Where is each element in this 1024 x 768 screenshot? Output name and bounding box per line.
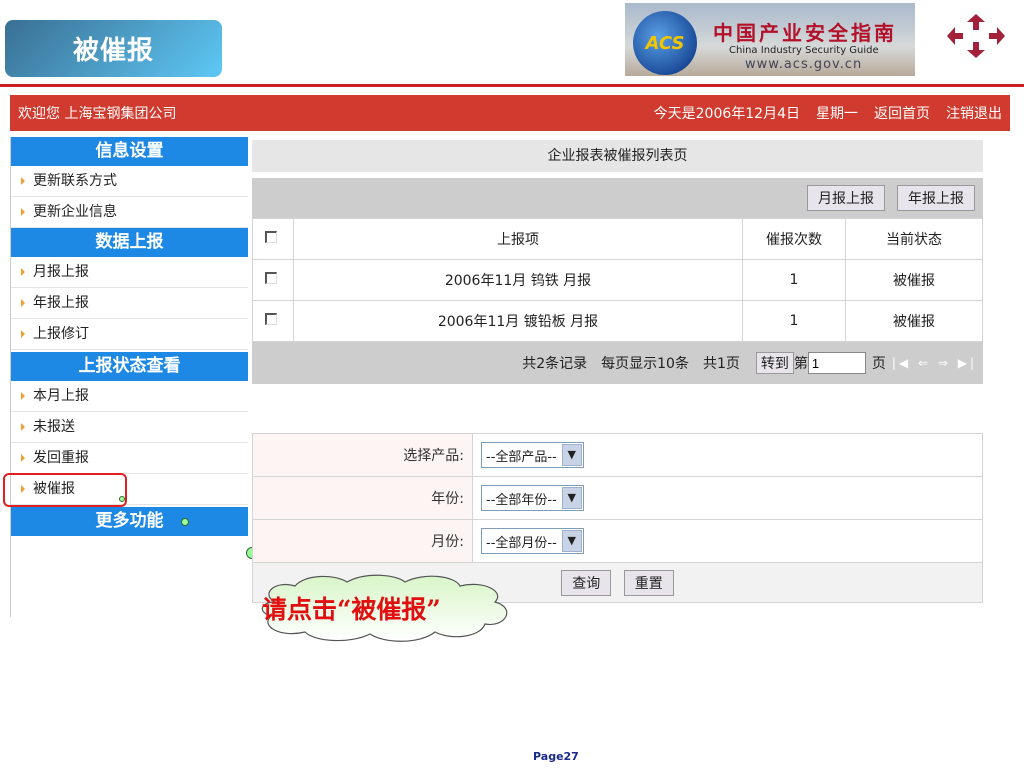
- item-label: 更新企业信息: [33, 204, 117, 220]
- month-label: 月份:: [252, 519, 473, 563]
- month-select[interactable]: --全部月份-- ▼: [481, 528, 584, 554]
- arrow-icon: [21, 208, 25, 216]
- query-button[interactable]: 查询: [561, 569, 612, 596]
- arrow-icon: [21, 423, 25, 431]
- product-value: --全部产品--: [486, 449, 557, 465]
- toolbar: 月报上报 年报上报: [252, 178, 983, 218]
- total-records: 共2条记录: [522, 356, 588, 372]
- handle-dot: [119, 496, 125, 502]
- sidebar-item-yearly[interactable]: 年报上报: [11, 288, 248, 319]
- globe-logo: ACS: [633, 11, 697, 75]
- pager: 共2条记录 每页显示10条 共1页 转到 第 页 |◀ ⇐ ⇒ ▶|: [252, 342, 983, 384]
- select-all-checkbox[interactable]: [265, 231, 277, 243]
- acs-banner-logo: ACS 中国产业安全指南 China Industry Security Gui…: [625, 3, 915, 76]
- emblem-icon: [947, 14, 1005, 58]
- year-label: 年份:: [252, 476, 473, 520]
- table-header: 上报项 催报次数 当前状态: [252, 218, 983, 260]
- chevron-down-icon: ▼: [561, 487, 582, 509]
- arrow-icon: [21, 299, 25, 307]
- goto-button[interactable]: 转到: [755, 352, 794, 374]
- sidebar-item-update-company[interactable]: 更新企业信息: [11, 197, 248, 228]
- reset-button[interactable]: 重置: [623, 569, 674, 596]
- arrow-icon: [21, 454, 25, 462]
- highlight-box: [3, 473, 127, 507]
- banner-url: www.acs.gov.cn: [745, 57, 863, 72]
- sidebar-item-update-contact[interactable]: 更新联系方式: [11, 166, 248, 197]
- chevron-down-icon: ▼: [561, 530, 582, 552]
- item-label: 本月上报: [33, 388, 89, 404]
- item-label: 月报上报: [33, 264, 89, 280]
- sidebar-section-info[interactable]: 信息设置: [11, 137, 248, 166]
- date-text: 今天是2006年12月4日: [653, 106, 800, 122]
- sidebar-item-not-submitted[interactable]: 未报送: [11, 412, 248, 443]
- table-row: 2006年11月 钨铁 月报 1 被催报: [252, 259, 983, 301]
- page-nav-icons[interactable]: |◀ ⇐ ⇒ ▶|: [892, 356, 977, 370]
- row-status: 被催报: [845, 300, 983, 342]
- row-checkbox[interactable]: [265, 272, 277, 284]
- arrow-icon: [21, 268, 25, 276]
- per-page: 每页显示10条: [601, 356, 689, 372]
- sidebar-item-returned[interactable]: 发回重报: [11, 443, 248, 474]
- item-label: 更新联系方式: [33, 173, 117, 189]
- item-label: 未报送: [33, 419, 75, 435]
- top-bar: 欢迎您 上海宝钢集团公司 今天是2006年12月4日 星期一 返回首页 注销退出: [10, 95, 1010, 131]
- month-value: --全部月份--: [486, 535, 557, 551]
- row-checkbox[interactable]: [265, 313, 277, 325]
- sidebar-section-status[interactable]: 上报状态查看: [11, 352, 248, 381]
- sidebar-item-this-month[interactable]: 本月上报: [11, 381, 248, 412]
- page-suffix: 页: [871, 356, 886, 372]
- product-select[interactable]: --全部产品-- ▼: [481, 442, 584, 468]
- row-item: 2006年11月 镀铅板 月报: [293, 300, 743, 342]
- row-count: 1: [742, 300, 846, 342]
- divider: [0, 84, 1024, 87]
- yearly-report-button[interactable]: 年报上报: [897, 185, 975, 211]
- sidebar-item-revise[interactable]: 上报修订: [11, 319, 248, 350]
- page-prefix: 第: [793, 356, 808, 372]
- arrow-icon: [21, 330, 25, 338]
- column-header: 当前状态: [845, 218, 983, 260]
- page-number: Page27: [533, 750, 579, 763]
- banner-en: China Industry Security Guide: [729, 45, 879, 56]
- year-value: --全部年份--: [486, 492, 557, 508]
- year-select[interactable]: --全部年份-- ▼: [481, 485, 584, 511]
- slide-title: 被催报: [5, 20, 222, 77]
- chevron-down-icon: ▼: [561, 444, 582, 466]
- page-title: 企业报表被催报列表页: [252, 140, 983, 172]
- column-header: 上报项: [293, 218, 743, 260]
- page-input[interactable]: [807, 352, 866, 374]
- item-label: 上报修订: [33, 326, 89, 342]
- table-row: 2006年11月 镀铅板 月报 1 被催报: [252, 300, 983, 342]
- sidebar: 信息设置 更新联系方式 更新企业信息 数据上报 月报上报 年报上报 上报修订 上…: [10, 137, 248, 617]
- sidebar-item-monthly[interactable]: 月报上报: [11, 257, 248, 288]
- logout-link[interactable]: 注销退出: [946, 103, 1002, 123]
- weekday-text: 星期一: [816, 106, 858, 122]
- arrow-icon: [21, 177, 25, 185]
- main-panel: 企业报表被催报列表页 月报上报 年报上报 上报项 催报次数 当前状态 2006年…: [252, 140, 983, 384]
- column-header: 催报次数: [742, 218, 846, 260]
- sidebar-section-more[interactable]: 更多功能: [11, 507, 248, 536]
- row-count: 1: [742, 259, 846, 301]
- home-link[interactable]: 返回首页: [874, 103, 930, 123]
- item-label: 发回重报: [33, 450, 89, 466]
- product-label: 选择产品:: [252, 433, 473, 477]
- row-status: 被催报: [845, 259, 983, 301]
- callout-text: 请点击“被催报”: [262, 595, 441, 624]
- monthly-report-button[interactable]: 月报上报: [807, 185, 885, 211]
- sidebar-section-data[interactable]: 数据上报: [11, 228, 248, 257]
- item-label: 年报上报: [33, 295, 89, 311]
- row-item: 2006年11月 钨铁 月报: [293, 259, 743, 301]
- banner-cn: 中国产业安全指南: [713, 21, 897, 45]
- welcome-text: 欢迎您 上海宝钢集团公司: [18, 106, 177, 122]
- total-pages: 共1页: [702, 356, 740, 372]
- arrow-icon: [21, 392, 25, 400]
- report-table: 上报项 催报次数 当前状态 2006年11月 钨铁 月报 1 被催报 2006年…: [252, 218, 983, 342]
- handle-dot: [181, 518, 189, 526]
